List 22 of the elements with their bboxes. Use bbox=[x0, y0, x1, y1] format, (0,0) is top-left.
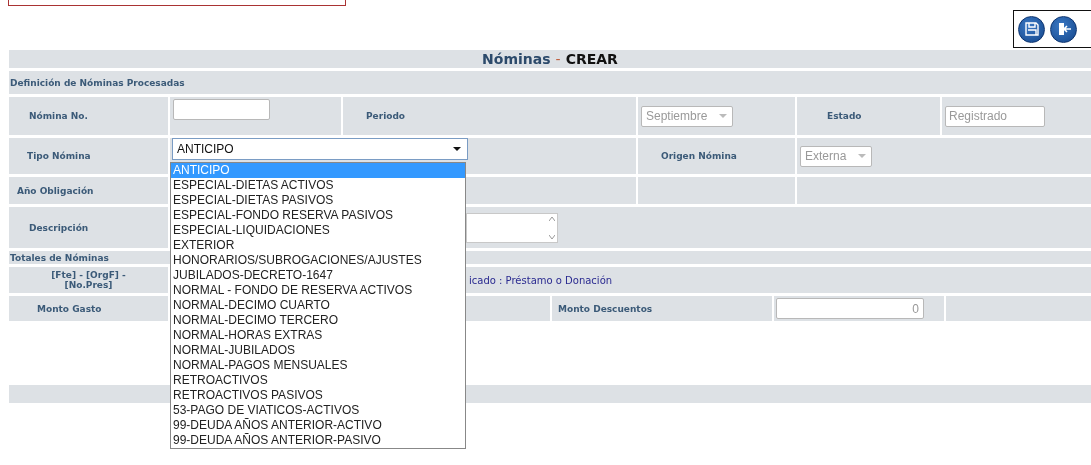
field-label: Nómina No. bbox=[28, 111, 88, 121]
scroll-up-icon[interactable] bbox=[549, 216, 555, 221]
field-label: Tipo Nómina bbox=[26, 151, 91, 161]
field-label: Origen Nómina bbox=[660, 151, 737, 161]
payroll-type-select[interactable]: ANTICIPO bbox=[172, 138, 468, 160]
field-label: Periodo bbox=[365, 111, 406, 121]
field-label: Año Obligación bbox=[16, 185, 94, 196]
save-button[interactable] bbox=[1018, 15, 1045, 43]
save-icon bbox=[1023, 21, 1040, 37]
exit-button[interactable] bbox=[1050, 15, 1077, 43]
scroll-down-icon[interactable] bbox=[549, 234, 555, 239]
field-label: Monto Gasto bbox=[36, 303, 102, 314]
funding-text: icado : Préstamo o Donación bbox=[469, 274, 613, 286]
nomina-number-field[interactable] bbox=[173, 99, 270, 120]
field-label: Estado bbox=[826, 111, 862, 121]
section-header: Totales de Nóminas bbox=[9, 251, 170, 264]
field-label: [Fte] - [OrgF] - [No.Pres] bbox=[50, 270, 127, 290]
page-title: Nóminas - CREAR bbox=[9, 50, 1091, 68]
section-header: Definición de Nóminas Procesadas bbox=[9, 71, 1091, 94]
description-field[interactable] bbox=[466, 212, 558, 243]
field-label: Monto Descuentos bbox=[557, 303, 653, 314]
field-label: Descripción bbox=[28, 222, 89, 233]
